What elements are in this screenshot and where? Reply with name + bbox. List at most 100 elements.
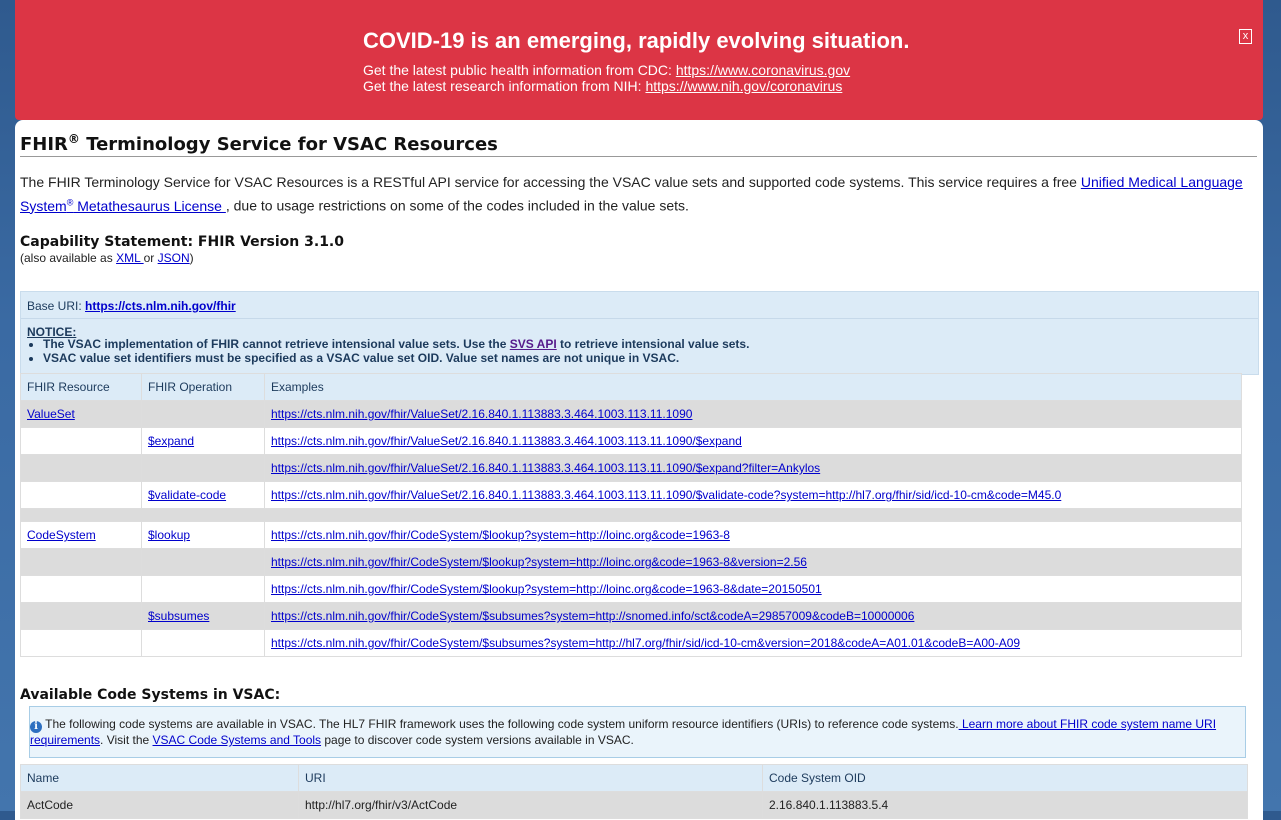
nih-coronavirus-link[interactable]: https://www.nih.gov/coronavirus bbox=[645, 78, 842, 94]
info-tail: page to discover code system versions av… bbox=[321, 733, 634, 747]
notice-item-intensional: The VSAC implementation of FHIR cannot r… bbox=[43, 337, 749, 351]
example-cell: https://cts.nlm.nih.gov/fhir/CodeSystem/… bbox=[264, 629, 1242, 657]
header-uri: URI bbox=[298, 764, 763, 792]
example-link[interactable]: https://cts.nlm.nih.gov/fhir/CodeSystem/… bbox=[271, 528, 730, 542]
example-cell: https://cts.nlm.nih.gov/fhir/ValueSet/2.… bbox=[264, 481, 1242, 509]
example-link[interactable]: https://cts.nlm.nih.gov/fhir/ValueSet/2.… bbox=[271, 461, 820, 475]
capability-formats: (also available as XML or JSON) bbox=[20, 251, 194, 265]
banner-line-cdc: Get the latest public health information… bbox=[363, 62, 850, 78]
code-system-name: ActCode bbox=[20, 791, 299, 819]
intro-text: The FHIR Terminology Service for VSAC Re… bbox=[20, 174, 1081, 190]
registered-mark: ® bbox=[67, 132, 80, 146]
operation-cell bbox=[141, 454, 265, 482]
svs-api-link[interactable]: SVS API bbox=[510, 337, 557, 351]
subsumes-link[interactable]: $subsumes bbox=[148, 609, 209, 623]
table-header-row: Name URI Code System OID bbox=[20, 764, 1248, 792]
operation-cell bbox=[141, 629, 265, 657]
capability-title: Capability Statement: FHIR Version 3.1.0 bbox=[20, 234, 344, 250]
table-row: https://cts.nlm.nih.gov/fhir/CodeSystem/… bbox=[20, 575, 1242, 603]
table-row: $subsumes https://cts.nlm.nih.gov/fhir/C… bbox=[20, 602, 1242, 630]
header-fhir-resource: FHIR Resource bbox=[20, 373, 142, 401]
resource-cell bbox=[20, 481, 142, 509]
valueset-link[interactable]: ValueSet bbox=[27, 407, 75, 421]
info-icon: i bbox=[30, 721, 42, 733]
code-system-oid: 2.16.840.1.113883.5.4 bbox=[762, 791, 1248, 819]
resource-cell bbox=[20, 454, 142, 482]
operation-cell: $validate-code bbox=[141, 481, 265, 509]
example-cell: https://cts.nlm.nih.gov/fhir/CodeSystem/… bbox=[264, 548, 1242, 576]
operation-cell: $expand bbox=[141, 427, 265, 455]
title-rest: Terminology Service for VSAC Resources bbox=[79, 134, 498, 155]
operation-cell bbox=[141, 575, 265, 603]
example-cell: https://cts.nlm.nih.gov/fhir/ValueSet/2.… bbox=[264, 400, 1242, 428]
table-row: $expand https://cts.nlm.nih.gov/fhir/Val… bbox=[20, 427, 1242, 455]
codesystem-link[interactable]: CodeSystem bbox=[27, 528, 96, 542]
lookup-link[interactable]: $lookup bbox=[148, 528, 190, 542]
covid-banner: COVID-19 is an emerging, rapidly evolvin… bbox=[15, 0, 1263, 120]
formats-or: or bbox=[143, 251, 158, 265]
resource-cell bbox=[20, 427, 142, 455]
page-title: FHIR® Terminology Service for VSAC Resou… bbox=[20, 132, 1257, 155]
formats-suffix: ) bbox=[189, 251, 194, 265]
operation-cell: $lookup bbox=[141, 521, 265, 549]
banner-nih-text: Get the latest research information from… bbox=[363, 78, 646, 94]
header-fhir-operation: FHIR Operation bbox=[141, 373, 265, 401]
base-uri-label: Base URI: bbox=[27, 299, 86, 313]
info-text: i The following code systems are availab… bbox=[30, 717, 1240, 747]
notice-box: Base URI: https://cts.nlm.nih.gov/fhir N… bbox=[20, 291, 1259, 375]
table-row: https://cts.nlm.nih.gov/fhir/ValueSet/2.… bbox=[20, 454, 1242, 482]
example-link[interactable]: https://cts.nlm.nih.gov/fhir/CodeSystem/… bbox=[271, 609, 914, 623]
notice-item-text: The VSAC implementation of FHIR cannot r… bbox=[43, 337, 510, 351]
resource-cell: CodeSystem bbox=[20, 521, 142, 549]
resource-cell: ValueSet bbox=[20, 400, 142, 428]
resource-cell bbox=[20, 602, 142, 630]
code-system-uri: http://hl7.org/fhir/v3/ActCode bbox=[298, 791, 763, 819]
table-header-row: FHIR Resource FHIR Operation Examples bbox=[20, 373, 1242, 401]
header-name: Name bbox=[20, 764, 299, 792]
json-link[interactable]: JSON bbox=[158, 251, 190, 265]
notice-item-oid: VSAC value set identifiers must be speci… bbox=[43, 351, 749, 365]
example-cell: https://cts.nlm.nih.gov/fhir/CodeSystem/… bbox=[264, 521, 1242, 549]
example-link[interactable]: https://cts.nlm.nih.gov/fhir/CodeSystem/… bbox=[271, 636, 1020, 650]
header-oid: Code System OID bbox=[762, 764, 1248, 792]
coronavirus-gov-link[interactable]: https://www.coronavirus.gov bbox=[676, 62, 850, 78]
header-examples: Examples bbox=[264, 373, 1242, 401]
page-title-bar: FHIR® Terminology Service for VSAC Resou… bbox=[20, 132, 1257, 157]
spacer-cell bbox=[20, 508, 1242, 522]
umls-link-text-2: Metathesaurus License bbox=[73, 197, 226, 214]
example-link[interactable]: https://cts.nlm.nih.gov/fhir/CodeSystem/… bbox=[271, 555, 807, 569]
close-banner-button[interactable]: x bbox=[1239, 29, 1252, 44]
example-cell: https://cts.nlm.nih.gov/fhir/CodeSystem/… bbox=[264, 575, 1242, 603]
operation-cell bbox=[141, 400, 265, 428]
table-row: ValueSet https://cts.nlm.nih.gov/fhir/Va… bbox=[20, 400, 1242, 428]
base-uri-link[interactable]: https://cts.nlm.nih.gov/fhir bbox=[85, 299, 236, 313]
table-row: ActCode http://hl7.org/fhir/v3/ActCode 2… bbox=[20, 791, 1248, 819]
example-cell: https://cts.nlm.nih.gov/fhir/ValueSet/2.… bbox=[264, 454, 1242, 482]
example-cell: https://cts.nlm.nih.gov/fhir/CodeSystem/… bbox=[264, 602, 1242, 630]
resource-cell bbox=[20, 548, 142, 576]
banner-cdc-text: Get the latest public health information… bbox=[363, 62, 676, 78]
code-systems-info-box: i The following code systems are availab… bbox=[29, 706, 1246, 758]
operation-cell: $subsumes bbox=[141, 602, 265, 630]
resource-cell bbox=[20, 629, 142, 657]
operation-cell bbox=[141, 548, 265, 576]
example-link[interactable]: https://cts.nlm.nih.gov/fhir/CodeSystem/… bbox=[271, 582, 822, 596]
code-systems-title: Available Code Systems in VSAC: bbox=[20, 687, 281, 703]
info-mid: . Visit the bbox=[100, 733, 153, 747]
base-uri: Base URI: https://cts.nlm.nih.gov/fhir bbox=[27, 299, 236, 313]
intro-paragraph: The FHIR Terminology Service for VSAC Re… bbox=[20, 172, 1255, 216]
example-link[interactable]: https://cts.nlm.nih.gov/fhir/ValueSet/2.… bbox=[271, 407, 692, 421]
info-body: The following code systems are available… bbox=[42, 717, 959, 731]
example-cell: https://cts.nlm.nih.gov/fhir/ValueSet/2.… bbox=[264, 427, 1242, 455]
code-systems-tools-link[interactable]: VSAC Code Systems and Tools bbox=[153, 733, 322, 747]
example-link[interactable]: https://cts.nlm.nih.gov/fhir/ValueSet/2.… bbox=[271, 488, 1061, 502]
example-link[interactable]: https://cts.nlm.nih.gov/fhir/ValueSet/2.… bbox=[271, 434, 742, 448]
xml-link[interactable]: XML bbox=[116, 251, 144, 265]
table-row: https://cts.nlm.nih.gov/fhir/CodeSystem/… bbox=[20, 548, 1242, 576]
notice-list: The VSAC implementation of FHIR cannot r… bbox=[25, 337, 749, 365]
validate-code-link[interactable]: $validate-code bbox=[148, 488, 226, 502]
expand-link[interactable]: $expand bbox=[148, 434, 194, 448]
table-row: $validate-code https://cts.nlm.nih.gov/f… bbox=[20, 481, 1242, 509]
formats-prefix: (also available as bbox=[20, 251, 117, 265]
intro-tail: , due to usage restrictions on some of t… bbox=[225, 197, 689, 214]
